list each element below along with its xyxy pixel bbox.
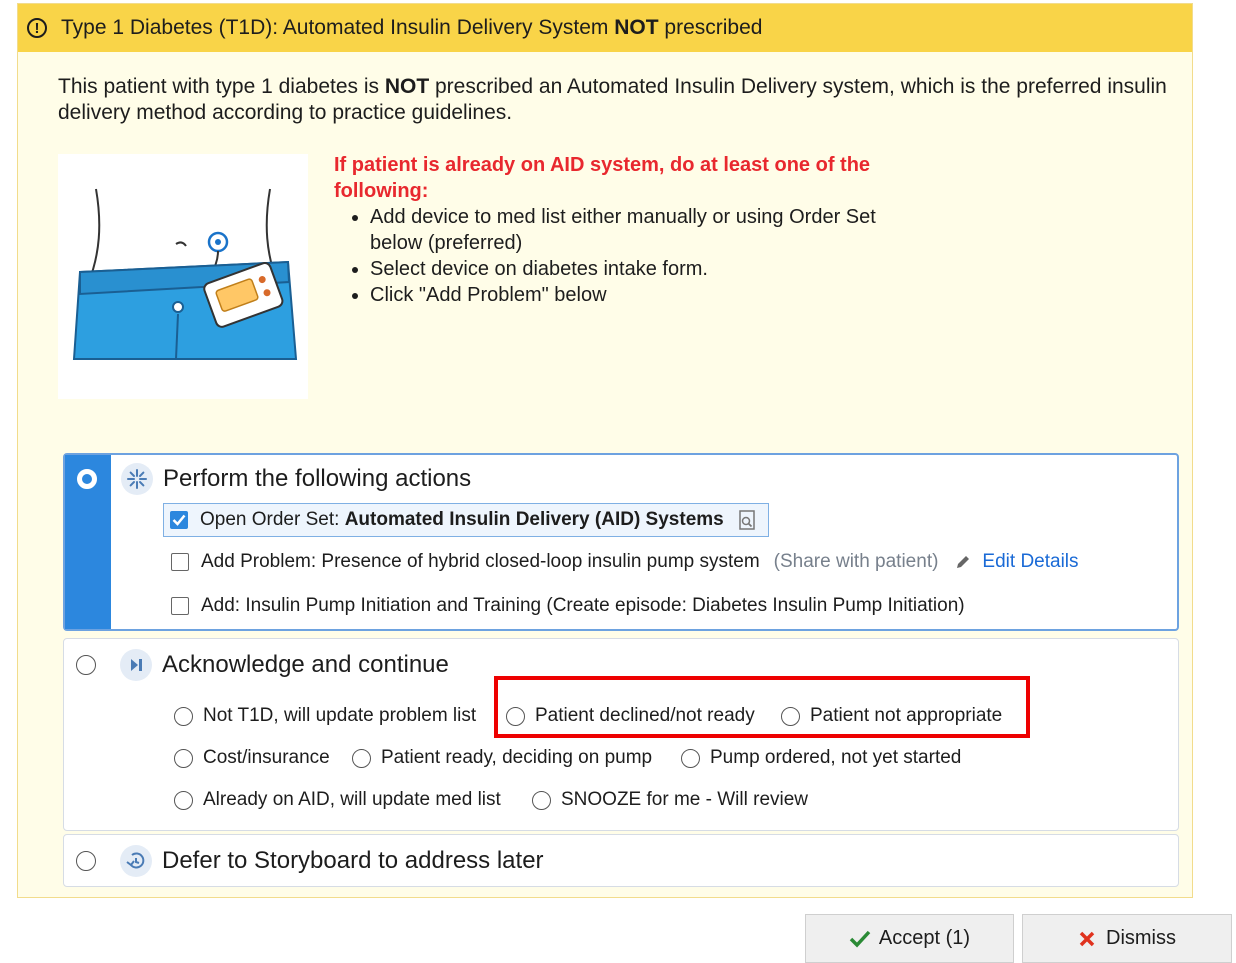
reason-radio[interactable] (532, 790, 551, 810)
add-training-checkbox[interactable] (171, 597, 189, 615)
reason-radio[interactable] (174, 790, 193, 810)
instructions: If patient is already on AID system, do … (334, 152, 914, 308)
reason-label: Patient ready, deciding on pump (381, 747, 653, 768)
insulin-pump-illustration (58, 154, 308, 399)
add-training-row: Add: Insulin Pump Initiation and Trainin… (171, 595, 965, 617)
order-set-preview-icon[interactable] (736, 509, 758, 531)
reason-radio[interactable] (681, 748, 700, 768)
bpa-alert: ! Type 1 Diabetes (T1D): Automated Insul… (17, 3, 1193, 898)
reason-option[interactable]: SNOOZE for me - Will review (532, 789, 808, 811)
accept-button[interactable]: Accept (1) (805, 914, 1014, 963)
reason-radio[interactable] (352, 748, 371, 768)
perform-actions-radio[interactable] (77, 469, 97, 489)
alert-title: Type 1 Diabetes (T1D): Automated Insulin… (61, 16, 763, 39)
accept-label: Accept (1) (878, 927, 971, 949)
instructions-heading: If patient is already on AID system, do … (334, 154, 871, 202)
defer-card[interactable]: Defer to Storyboard to address later (63, 834, 1179, 887)
list-item: Add device to med list either manually o… (370, 204, 914, 256)
reason-label: SNOOZE for me - Will review (561, 789, 809, 810)
list-item: Click "Add Problem" below (370, 282, 914, 308)
defer-title: Defer to Storyboard to address later (162, 847, 544, 874)
acknowledge-title: Acknowledge and continue (162, 651, 449, 678)
dismiss-button[interactable]: Dismiss (1022, 914, 1232, 963)
reason-option[interactable]: Not T1D, will update problem list (174, 705, 476, 727)
add-problem-checkbox[interactable] (171, 553, 189, 571)
edit-details-link[interactable]: Edit Details (982, 551, 1078, 573)
alert-intro: This patient with type 1 diabetes is NOT… (58, 75, 1167, 124)
list-item: Select device on diabetes intake form. (370, 256, 914, 282)
defer-radio[interactable] (76, 851, 96, 871)
acknowledge-radio[interactable] (76, 655, 96, 675)
reason-label: Already on AID, will update med list (203, 789, 501, 810)
order-set-label: Open Order Set: (200, 509, 345, 530)
pencil-icon[interactable] (954, 553, 972, 571)
share-with-patient-text: (Share with patient) (773, 551, 939, 572)
order-set-row[interactable]: Open Order Set: Automated Insulin Delive… (163, 503, 769, 537)
actions-icon (121, 463, 153, 495)
add-problem-row: Add Problem: Presence of hybrid closed-l… (171, 551, 1079, 573)
reason-label: Pump ordered, not yet started (710, 747, 962, 768)
order-set-checkbox[interactable] (170, 511, 188, 529)
reason-label: Cost/insurance (203, 747, 330, 768)
checkmark-icon (849, 930, 871, 948)
reason-option[interactable]: Already on AID, will update med list (174, 789, 501, 811)
reason-label: Not T1D, will update problem list (203, 705, 477, 726)
add-training-label: Add: Insulin Pump Initiation and Trainin… (201, 595, 965, 616)
close-icon (1079, 931, 1095, 946)
instructions-list: Add device to med list either manually o… (334, 204, 914, 308)
order-set-name: Automated Insulin Delivery (AID) Systems (344, 509, 724, 530)
add-problem-label: Add Problem: Presence of hybrid closed-l… (201, 551, 760, 572)
storyboard-icon (120, 845, 152, 877)
reason-option[interactable]: Pump ordered, not yet started (681, 747, 961, 769)
reason-radio[interactable] (174, 748, 193, 768)
perform-actions-title: Perform the following actions (163, 465, 472, 492)
highlight-box (494, 676, 1030, 738)
reason-option[interactable]: Patient ready, deciding on pump (352, 747, 652, 769)
reason-radio[interactable] (174, 706, 193, 726)
perform-actions-card[interactable]: Perform the following actions Open Order… (63, 453, 1179, 631)
skip-forward-icon (120, 649, 152, 681)
alert-header: ! Type 1 Diabetes (T1D): Automated Insul… (18, 4, 1192, 52)
dismiss-label: Dismiss (1106, 927, 1176, 949)
warning-icon: ! (27, 18, 47, 38)
reason-option[interactable]: Cost/insurance (174, 747, 330, 769)
